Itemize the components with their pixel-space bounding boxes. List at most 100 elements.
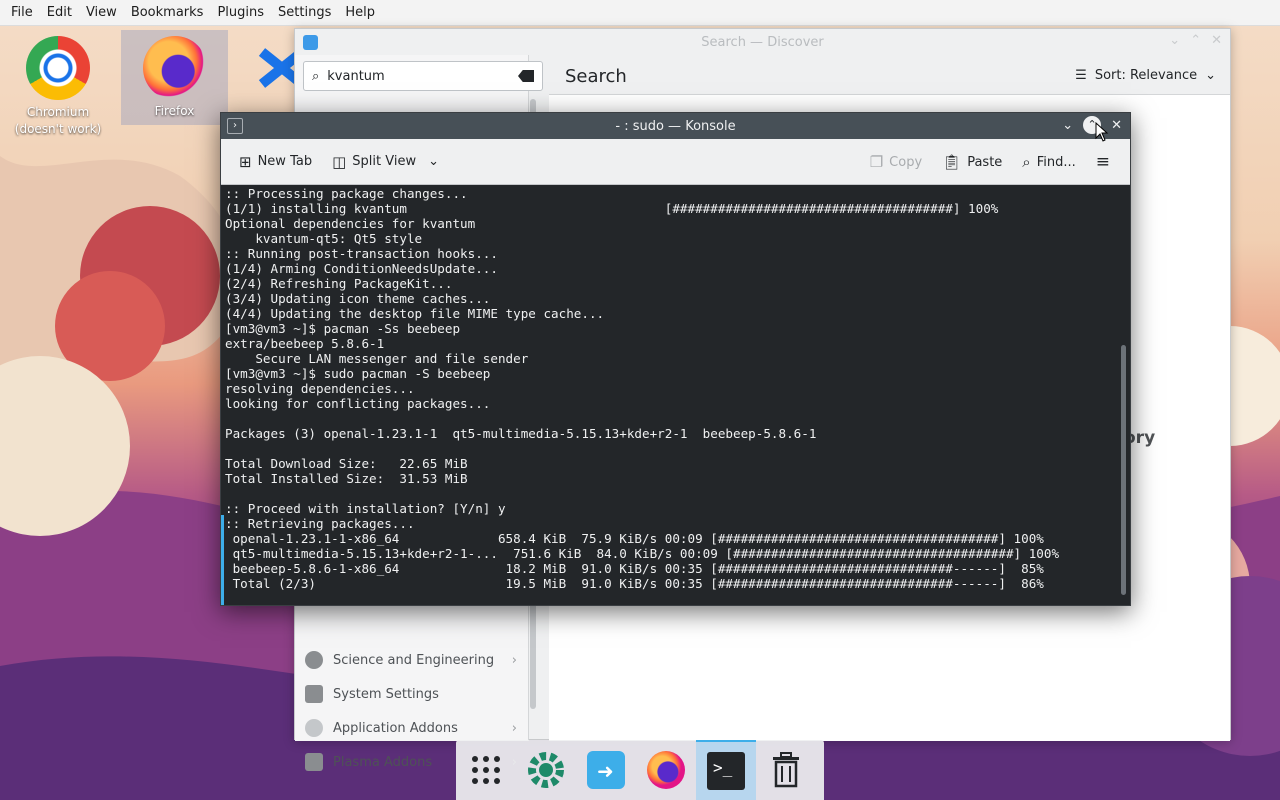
mouse-cursor-icon — [1095, 122, 1109, 142]
terminal-line: (1/4) Arming ConditionNeedsUpdate... — [225, 261, 498, 276]
discover-window-title: Search — Discover — [701, 34, 824, 50]
dock-discover[interactable]: ➜ — [576, 740, 636, 800]
discover-header: Search ☰ Sort: Relevance ⌄ — [549, 55, 1230, 95]
terminal-line: Total Download Size: 22.65 MiB — [225, 456, 468, 471]
terminal-line: openal-1.23.1-1-x86_64 658.4 KiB 75.9 Ki… — [225, 531, 1044, 546]
copy-icon: ❐ — [869, 153, 884, 171]
desktop-icon-label: Chromium (doesn't work) — [14, 105, 102, 136]
minimize-icon[interactable]: ⌄ — [1169, 33, 1180, 48]
terminal-scrollbar[interactable] — [1121, 345, 1126, 595]
terminal-line: Secure LAN messenger and file sender — [225, 351, 529, 366]
konsole-window-title: - : sudo — Konsole — [615, 118, 736, 134]
hamburger-menu-button[interactable]: ≡ — [1086, 147, 1120, 177]
discover-titlebar[interactable]: Search — Discover ⌄ ⌃ ✕ — [295, 29, 1230, 55]
close-icon[interactable]: ✕ — [1111, 118, 1122, 133]
search-icon: ⌕ — [1022, 153, 1031, 171]
selection-marker — [221, 515, 224, 605]
addons-icon — [305, 719, 323, 737]
terminal-line: Total (2/3) 19.5 MiB 91.0 KiB/s 00:35 [#… — [225, 576, 1044, 591]
terminal-line: :: Proceed with installation? [Y/n] y — [225, 501, 506, 516]
dock-firefox[interactable] — [636, 740, 696, 800]
paste-label: Paste — [967, 154, 1003, 170]
terminal-line: [vm3@vm3 ~]$ sudo pacman -S beebeep — [225, 366, 491, 381]
menu-help[interactable]: Help — [338, 5, 382, 20]
dock-konsole[interactable]: >_ — [696, 740, 756, 800]
dock-system-settings[interactable] — [516, 740, 576, 800]
sort-label: Sort: Relevance — [1094, 68, 1198, 83]
firefox-icon — [647, 751, 685, 789]
sort-dropdown[interactable]: ☰ Sort: Relevance ⌄ — [1075, 68, 1216, 83]
find-button[interactable]: ⌕ Find... — [1012, 147, 1085, 177]
dock-trash[interactable] — [756, 740, 816, 800]
chevron-down-icon: ⌄ — [1205, 68, 1216, 83]
menu-file[interactable]: File — [4, 5, 40, 20]
science-icon — [305, 651, 323, 669]
app-icon — [250, 36, 294, 100]
category-label: Science and Engineering — [333, 652, 495, 668]
split-view-button[interactable]: ◫ Split View ⌄ — [322, 147, 449, 177]
terminal-line: (3/4) Updating icon theme caches... — [225, 291, 491, 306]
terminal-line: :: Retrieving packages... — [225, 516, 415, 531]
terminal-line: qt5-multimedia-5.15.13+kde+r2-1-... 751.… — [225, 546, 1060, 561]
new-tab-label: New Tab — [257, 154, 313, 169]
menu-settings[interactable]: Settings — [271, 5, 338, 20]
global-menu-bar: File Edit View Bookmarks Plugins Setting… — [0, 0, 1280, 26]
terminal-line: kvantum-qt5: Qt5 style — [225, 231, 423, 246]
terminal-line: looking for conflicting packages... — [225, 396, 491, 411]
terminal-line: resolving dependencies... — [225, 381, 415, 396]
terminal-line: (4/4) Updating the desktop file MIME typ… — [225, 306, 605, 321]
category-label: Application Addons — [333, 720, 458, 736]
minimize-icon[interactable]: ⌄ — [1062, 118, 1073, 133]
split-view-icon: ◫ — [332, 152, 347, 171]
clear-search-icon[interactable] — [518, 70, 534, 82]
category-label: Plasma Addons — [333, 754, 433, 770]
menu-edit[interactable]: Edit — [40, 5, 79, 20]
paste-icon: 📋︎ — [942, 153, 962, 171]
desktop-icon-firefox[interactable]: Firefox — [121, 30, 228, 125]
chevron-down-icon: ⌄ — [428, 154, 439, 169]
terminal-output[interactable]: :: Processing package changes... (1/1) in… — [221, 185, 1130, 605]
category-science-engineering[interactable]: Science and Engineering › — [295, 643, 529, 677]
sort-icon: ☰ — [1075, 68, 1087, 83]
terminal-line: Packages (3) openal-1.23.1-1 qt5-multime… — [225, 426, 817, 441]
chromium-icon — [26, 36, 90, 100]
menu-plugins[interactable]: Plugins — [210, 5, 271, 20]
terminal-line: [vm3@vm3 ~]$ pacman -Ss beebeep — [225, 321, 461, 336]
find-label: Find... — [1036, 154, 1076, 170]
terminal-line: beebeep-5.8.6-1-x86_64 18.2 MiB 91.0 KiB… — [225, 561, 1044, 576]
search-input[interactable]: kvantum — [327, 69, 384, 84]
terminal-line: Optional dependencies for kvantum — [225, 216, 476, 231]
close-icon[interactable]: ✕ — [1211, 33, 1222, 48]
terminal-line: (2/4) Refreshing PackageKit... — [225, 276, 453, 291]
search-field[interactable]: ⌕ kvantum — [303, 61, 543, 91]
chevron-right-icon: › — [511, 652, 517, 668]
copy-label: Copy — [889, 154, 923, 170]
desktop-icon-chromium[interactable]: Chromium (doesn't work) — [10, 30, 106, 138]
desktop-icon-partial[interactable] — [250, 30, 294, 104]
search-icon: ⌕ — [312, 68, 320, 84]
konsole-titlebar[interactable]: › - : sudo — Konsole ⌄ ⌃ ✕ — [221, 113, 1130, 139]
page-title: Search — [565, 66, 627, 87]
maximize-icon[interactable]: ⌃ — [1190, 33, 1201, 48]
dock-app-launcher[interactable] — [456, 740, 516, 800]
category-system-settings[interactable]: System Settings — [295, 677, 529, 711]
system-settings-icon — [305, 685, 323, 703]
terminal-line: extra/beebeep 5.8.6-1 — [225, 336, 385, 351]
trash-icon — [773, 752, 799, 788]
plasma-addons-icon — [305, 753, 323, 771]
discover-icon: ➜ — [587, 751, 625, 789]
terminal-line: (1/1) installing kvantum [##############… — [225, 201, 999, 216]
new-tab-button[interactable]: ⊞ New Tab — [229, 147, 322, 177]
dock: ➜ >_ — [456, 740, 824, 800]
firefox-icon — [142, 36, 207, 100]
paste-button[interactable]: 📋︎ Paste — [932, 147, 1012, 177]
terminal-line: :: Processing package changes... — [225, 186, 468, 201]
konsole-icon: >_ — [707, 752, 745, 790]
new-tab-icon: ⊞ — [239, 152, 252, 171]
menu-bookmarks[interactable]: Bookmarks — [124, 5, 211, 20]
copy-button[interactable]: ❐ Copy — [860, 147, 932, 177]
menu-view[interactable]: View — [79, 5, 124, 20]
